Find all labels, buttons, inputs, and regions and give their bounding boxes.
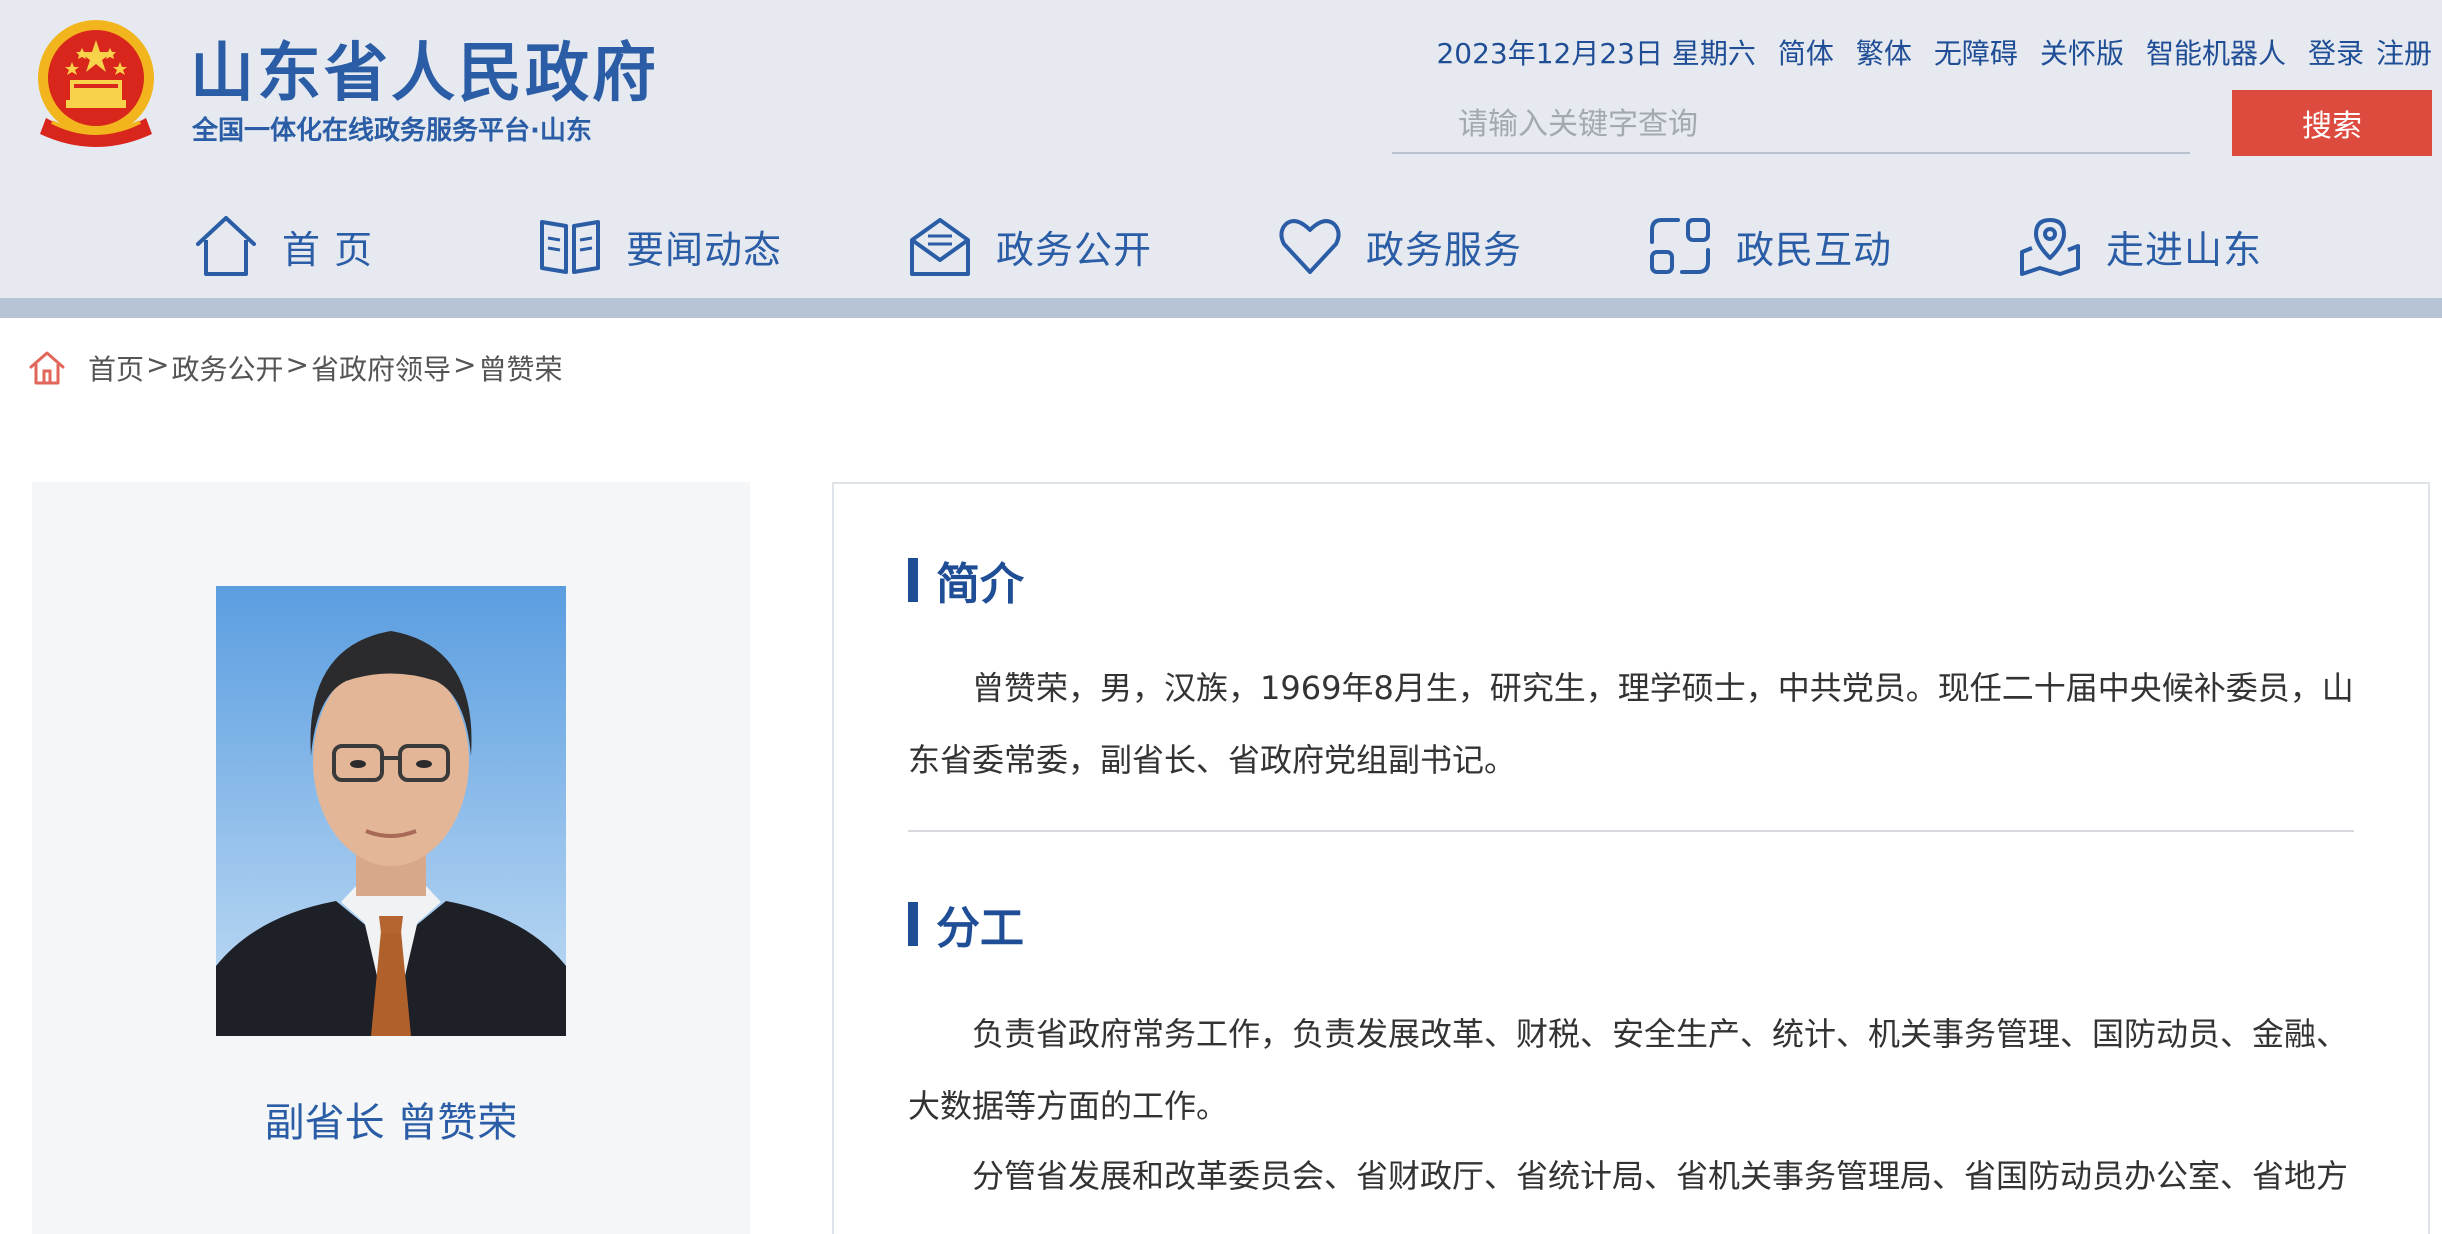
map-pin-icon bbox=[2020, 218, 2080, 276]
breadcrumb-separator: > bbox=[452, 348, 477, 381]
duty-paragraph-1: 负责省政府常务工作，负责发展改革、财税、安全生产、统计、机关事务管理、国防动员、… bbox=[908, 1015, 2349, 1125]
duty-title-text: 分工 bbox=[936, 903, 1024, 954]
breadcrumb-trail: 首页 > 政务公开 > 省政府领导 > 曾赞荣 bbox=[88, 348, 562, 388]
nav-label-interaction: 政民互动 bbox=[1736, 227, 1893, 272]
profile-name: 副省长 曾赞荣 bbox=[264, 1100, 518, 1146]
header-divider-bar bbox=[0, 298, 2442, 318]
nav-item-news[interactable]: 要闻动态 bbox=[536, 204, 782, 288]
nav-item-service[interactable]: 政务服务 bbox=[1276, 204, 1522, 288]
exchange-icon bbox=[1650, 218, 1710, 274]
search-input[interactable] bbox=[1392, 96, 2190, 154]
simplified-chinese-link[interactable]: 简体 bbox=[1778, 32, 1834, 72]
nav-item-public[interactable]: 政务公开 bbox=[906, 204, 1152, 288]
intro-paragraph: 曾赞荣，男，汉族，1969年8月生，研究生，理学硕士，中共党员。现任二十届中央候… bbox=[908, 669, 2354, 779]
intro-title-text: 简介 bbox=[936, 559, 1024, 610]
site-title[interactable]: 山东省人民政府 bbox=[190, 22, 659, 114]
nav-label-service: 政务服务 bbox=[1366, 227, 1523, 272]
breadcrumb: 首页 > 政务公开 > 省政府领导 > 曾赞荣 bbox=[28, 348, 562, 388]
site-header: 山东省人民政府 全国一体化在线政务服务平台·山东 2023年12月23日 星期六… bbox=[0, 0, 2442, 298]
heart-icon bbox=[1279, 219, 1341, 274]
current-date: 2023年12月23日 星期六 bbox=[1436, 37, 1756, 70]
login-link[interactable]: 登录 bbox=[2308, 32, 2364, 72]
auth-links: 登录 注册 bbox=[2308, 32, 2432, 72]
home-icon bbox=[196, 216, 256, 276]
breadcrumb-item-public[interactable]: 政务公开 bbox=[171, 348, 283, 388]
site-subtitle: 全国一体化在线政务服务平台·山东 bbox=[192, 116, 592, 146]
elderly-mode-link[interactable]: 关怀版 bbox=[2040, 32, 2124, 72]
profile-panel: 副省长 曾赞荣 bbox=[32, 482, 750, 1234]
content-panel: 简介 曾赞荣，男，汉族，1969年8月生，研究生，理学硕士，中共党员。现任二十届… bbox=[832, 482, 2430, 1234]
accessibility-link[interactable]: 无障碍 bbox=[1934, 32, 2018, 72]
search-button[interactable]: 搜索 bbox=[2232, 90, 2432, 156]
portrait-photo bbox=[216, 586, 566, 1036]
intro-section-title: 简介 bbox=[908, 548, 1024, 612]
breadcrumb-separator: > bbox=[146, 348, 170, 381]
book-icon bbox=[540, 220, 600, 274]
breadcrumb-separator: > bbox=[285, 348, 309, 381]
breadcrumb-item-current[interactable]: 曾赞荣 bbox=[478, 348, 562, 388]
nav-label-about: 走进山东 bbox=[2106, 227, 2263, 272]
top-links: 2023年12月23日 星期六 简体 繁体 无障碍 关怀版 智能机器人 登录 注… bbox=[1436, 32, 2432, 72]
nav-label-public: 政务公开 bbox=[996, 227, 1153, 272]
duty-paragraph-2: 分管省发展和改革委员会、省财政厅、省统计局、省机关事务管理局、省国防动员办公室、… bbox=[972, 1157, 2349, 1195]
register-link[interactable]: 注册 bbox=[2376, 32, 2432, 72]
breadcrumb-item-home[interactable]: 首页 bbox=[88, 348, 144, 388]
section-title-bar bbox=[908, 902, 918, 946]
home-icon[interactable] bbox=[28, 349, 66, 387]
nav-item-home[interactable]: 首 页 bbox=[192, 204, 373, 288]
duty-section-title: 分工 bbox=[908, 892, 1024, 956]
nav-label-news: 要闻动态 bbox=[626, 227, 783, 272]
traditional-chinese-link[interactable]: 繁体 bbox=[1856, 32, 1912, 72]
envelope-icon bbox=[910, 218, 970, 276]
smart-robot-link[interactable]: 智能机器人 bbox=[2146, 32, 2286, 72]
nav-item-interaction[interactable]: 政民互动 bbox=[1646, 204, 1892, 288]
main-nav: 首 页 要闻动态 政务公开 政务服务 政民互动 走进山东 bbox=[0, 204, 2442, 288]
national-emblem-icon[interactable] bbox=[32, 14, 160, 152]
section-title-bar bbox=[908, 558, 918, 602]
section-divider bbox=[908, 830, 2354, 832]
nav-item-about[interactable]: 走进山东 bbox=[2016, 204, 2262, 288]
breadcrumb-item-leaders[interactable]: 省政府领导 bbox=[311, 348, 451, 388]
nav-label-home: 首 页 bbox=[282, 227, 374, 272]
